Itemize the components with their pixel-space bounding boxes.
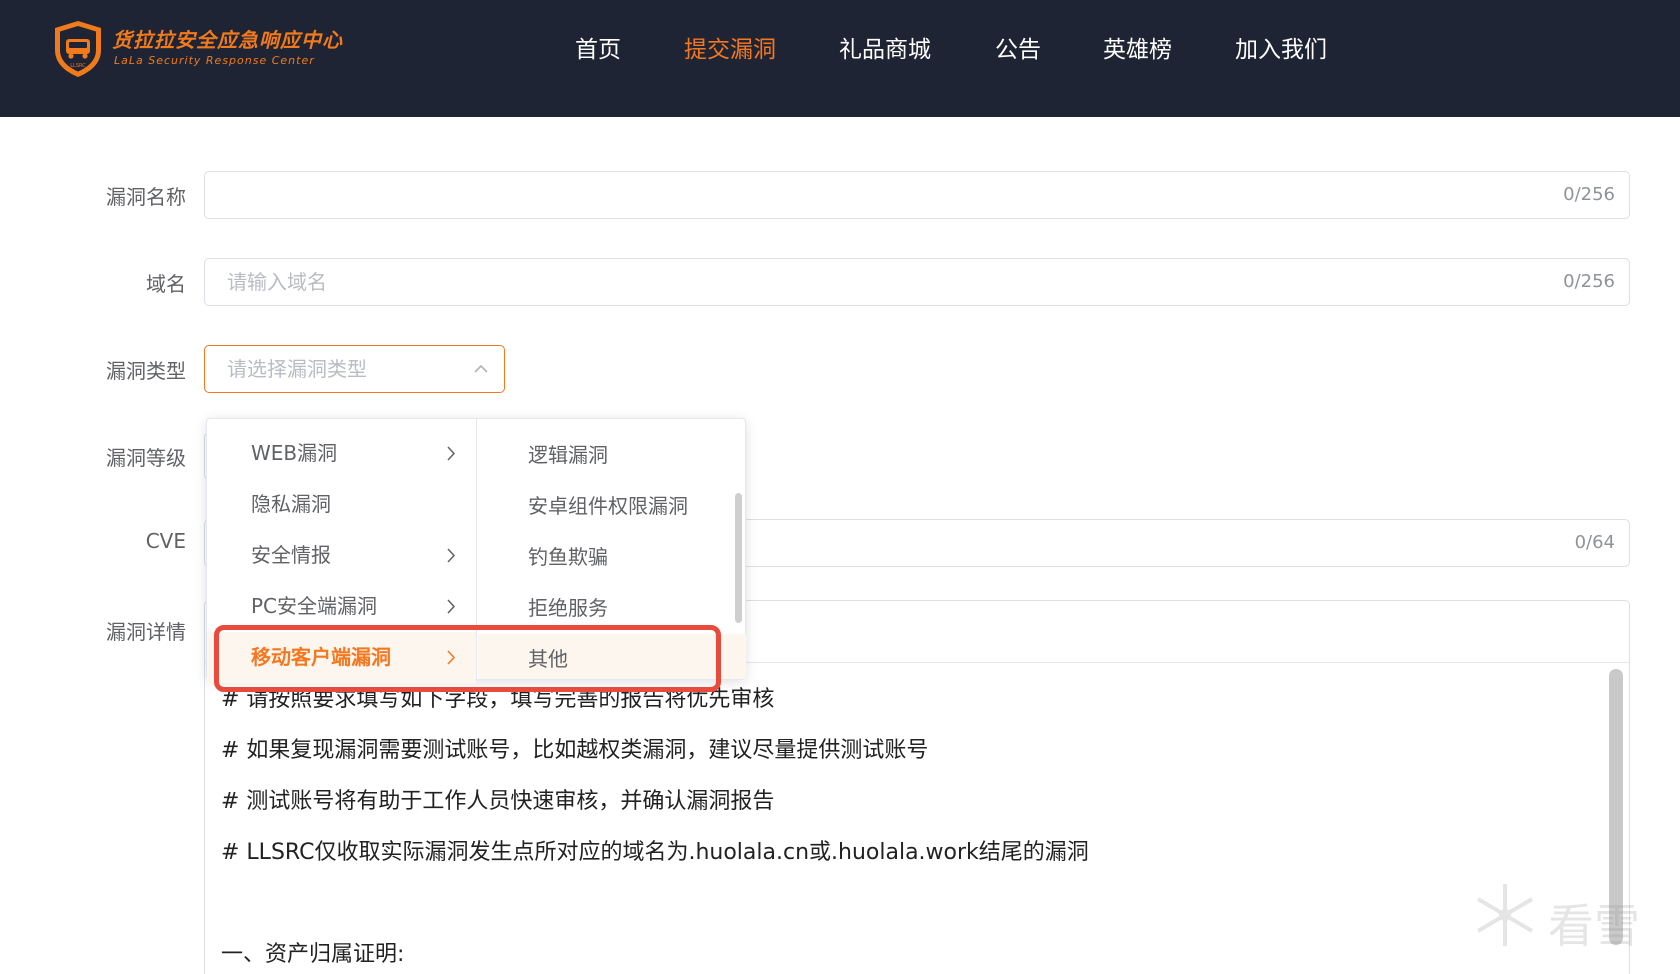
editor-line: # 如果复现漏洞需要测试账号，比如越权类漏洞，建议尽量提供测试账号 (221, 738, 929, 763)
editor-line: # 请按照要求填写如下字段，填写完善的报告将优先审核 (221, 687, 775, 712)
cascader-option-web[interactable]: WEB漏洞 (207, 428, 476, 479)
chevron-right-icon (447, 650, 456, 665)
cascader-option-mobile[interactable]: 移动客户端漏洞 (207, 632, 476, 683)
cascader-level1-panel: WEB漏洞 隐私漏洞 安全情报 PC安全端漏洞 移动客户端漏洞 (207, 419, 477, 683)
nav-gift-shop[interactable]: 礼品商城 (839, 30, 931, 70)
cascader-option-other[interactable]: 其他 (478, 634, 746, 679)
vuln-type-label: 漏洞类型 (106, 359, 186, 383)
watermark: 看雪 (1470, 880, 1660, 953)
nav-submit-vulnerability[interactable]: 提交漏洞 (684, 30, 776, 70)
nav-hall-of-fame[interactable]: 英雄榜 (1103, 30, 1172, 70)
cascader-scrollbar[interactable] (735, 493, 742, 623)
domain-counter: 0/256 (1563, 271, 1615, 292)
watermark-text: 看雪 (1548, 899, 1640, 953)
nav-announcements[interactable]: 公告 (995, 30, 1041, 70)
editor-line: 一、资产归属证明: (221, 942, 405, 967)
domain-label: 域名 (146, 272, 186, 296)
cascader-option-phishing[interactable]: 钓鱼欺骗 (478, 532, 746, 583)
nav-home[interactable]: 首页 (575, 30, 621, 70)
cascader-option-android-permission[interactable]: 安卓组件权限漏洞 (478, 481, 746, 532)
vuln-type-select[interactable]: 请选择漏洞类型 (204, 345, 505, 393)
vuln-name-counter: 0/256 (1563, 184, 1615, 205)
cve-counter: 0/64 (1574, 532, 1615, 553)
cascader-option-pc[interactable]: PC安全端漏洞 (207, 581, 476, 632)
vuln-level-label: 漏洞等级 (106, 446, 186, 470)
chevron-right-icon (447, 599, 456, 614)
cascader-option-logic[interactable]: 逻辑漏洞 (478, 430, 746, 481)
chevron-right-icon (447, 446, 456, 461)
top-header: LLSRC 货拉拉安全应急响应中心 LaLa Security Response… (0, 0, 1680, 117)
vuln-type-placeholder: 请选择漏洞类型 (227, 357, 367, 381)
brand-title[interactable]: 货拉拉安全应急响应中心 (112, 24, 343, 53)
cascader-option-intel[interactable]: 安全情报 (207, 530, 476, 581)
domain-placeholder: 请输入域名 (227, 270, 327, 294)
brand-subtitle: LaLa Security Response Center (114, 54, 315, 67)
option-label: PC安全端漏洞 (251, 594, 378, 618)
logo-badge-text: LLSRC (70, 63, 86, 69)
nav-join-us[interactable]: 加入我们 (1235, 30, 1327, 70)
domain-input[interactable]: 请输入域名 0/256 (204, 258, 1630, 306)
chevron-up-icon (474, 364, 488, 373)
snowflake-icon (1476, 884, 1534, 946)
option-label: 安全情报 (251, 543, 331, 567)
vuln-name-label: 漏洞名称 (106, 185, 186, 209)
chevron-right-icon (447, 548, 456, 563)
shield-logo-icon[interactable]: LLSRC (53, 20, 103, 78)
vuln-name-input[interactable]: 0/256 (204, 171, 1630, 219)
option-label: 移动客户端漏洞 (251, 645, 391, 669)
cascader-level2-panel: 逻辑漏洞 安卓组件权限漏洞 钓鱼欺骗 拒绝服务 其他 (478, 419, 746, 679)
option-label: 隐私漏洞 (251, 492, 331, 516)
cve-label: CVE (145, 529, 186, 553)
editor-line: # LLSRC仅收取实际漏洞发生点所对应的域名为.huolala.cn或.huo… (221, 840, 1089, 865)
cascader-option-privacy[interactable]: 隐私漏洞 (207, 479, 476, 530)
cascader-option-dos[interactable]: 拒绝服务 (478, 583, 746, 634)
vuln-detail-label: 漏洞详情 (106, 620, 186, 644)
editor-line: # 测试账号将有助于工作人员快速审核，并确认漏洞报告 (221, 789, 775, 814)
vuln-type-cascader: WEB漏洞 隐私漏洞 安全情报 PC安全端漏洞 移动客户端漏洞 逻辑漏洞 安卓组… (206, 418, 746, 683)
option-label: WEB漏洞 (251, 441, 338, 465)
